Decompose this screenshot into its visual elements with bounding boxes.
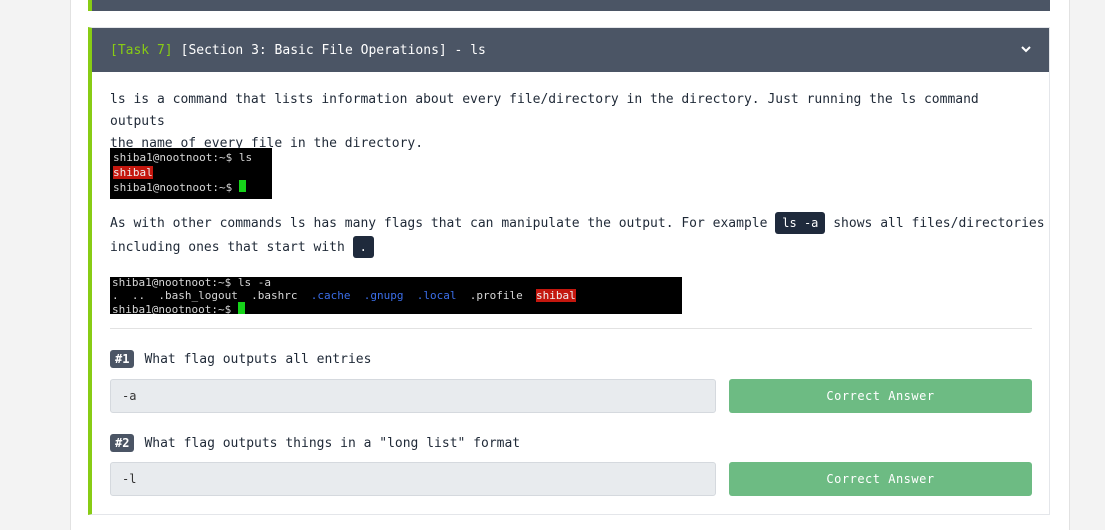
flags-paragraph: As with other commands ls has many flags… (110, 212, 1050, 260)
terminal-screenshot-ls-a: shiba1@nootnoot:~$ ls -a . .. .bash_logo… (110, 277, 682, 314)
entry: .bashrc (251, 288, 298, 302)
question-text: What flag outputs all entries (144, 351, 372, 367)
terminal-line: shiba1@nootnoot:~$ ls (113, 151, 253, 164)
task-card: [Task 7] [Section 3: Basic File Operatio… (88, 27, 1050, 515)
task-title: [Section 3: Basic File Operations] - ls (180, 42, 486, 58)
flags-text-prefix: As with other commands ls has many flags… (110, 216, 768, 231)
question-1: #1 What flag outputs all entries (110, 350, 371, 368)
entry: .. (131, 288, 146, 302)
inline-code-ls-a: ls -a (775, 212, 826, 234)
entry: . (112, 288, 119, 302)
question-text: What flag outputs things in a "long list… (144, 435, 521, 451)
flags-text-suffix: shows all files/directories (833, 216, 1045, 231)
flags-text-line-2: including ones that start with (110, 240, 345, 255)
section-divider (110, 328, 1032, 329)
answer-value: -a (122, 389, 137, 403)
task-number: [Task 7] (110, 42, 173, 58)
terminal-highlight: shibal (113, 165, 153, 179)
answer-value: -l (122, 472, 137, 486)
entry: .profile (469, 288, 523, 302)
terminal-entries: . .. .bash_logout .bashrc .cache .gnupg … (112, 288, 680, 303)
terminal-prompt: shiba1@nootnoot:~$ (112, 303, 238, 314)
terminal-screenshot-ls: shiba1@nootnoot:~$ ls shibal shiba1@noot… (110, 148, 272, 199)
chevron-down-icon[interactable] (1019, 42, 1033, 56)
question-number-badge: #2 (110, 434, 135, 452)
question-number-badge: #1 (110, 350, 135, 368)
answer-field-2[interactable]: -l (110, 462, 716, 496)
cursor-block (238, 180, 246, 192)
answer-field-1[interactable]: -a (110, 379, 716, 413)
correct-answer-button-2[interactable]: Correct Answer (729, 462, 1032, 496)
previous-task-header[interactable] (88, 0, 1050, 11)
terminal-prompt: shiba1@nootnoot:~$ (113, 181, 239, 194)
cursor-block (237, 302, 245, 314)
task-header[interactable]: [Task 7] [Section 3: Basic File Operatio… (92, 28, 1049, 72)
correct-answer-button-1[interactable]: Correct Answer (729, 379, 1032, 413)
terminal-highlight: shibal (535, 288, 576, 302)
entry-dir: .gnupg (363, 288, 404, 302)
description-paragraph: ls is a command that lists information a… (110, 89, 1040, 155)
entry-dir: .local (416, 288, 457, 302)
entry-dir: .cache (310, 288, 351, 302)
description-line-1: ls is a command that lists information a… (110, 92, 979, 129)
inline-code-dot: . (352, 236, 374, 258)
question-2: #2 What flag outputs things in a "long l… (110, 434, 520, 452)
entry: .bash_logout (158, 288, 238, 302)
